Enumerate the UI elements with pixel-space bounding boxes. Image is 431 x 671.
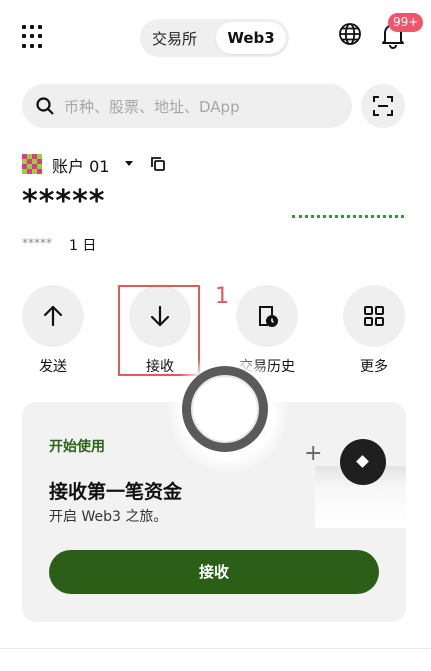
plus-icon: + — [304, 441, 323, 466]
annotation-number: 1 — [215, 284, 229, 309]
receive-cta-button[interactable]: 接收 — [49, 550, 379, 594]
arrow-up-icon — [43, 305, 63, 327]
more-button[interactable]: 更多 — [343, 285, 405, 376]
balance-value[interactable]: ***** — [22, 184, 105, 219]
search-bar[interactable] — [22, 84, 352, 130]
scan-icon — [373, 96, 393, 116]
send-label: 发送 — [39, 359, 67, 375]
card-subtitle: 开启 Web3 之旅。 — [49, 509, 168, 525]
annotation-highlight — [118, 285, 200, 376]
card-kicker: 开始使用 — [49, 439, 105, 455]
avatar — [22, 154, 42, 174]
copy-icon[interactable] — [151, 157, 165, 171]
apps-grid-icon[interactable] — [22, 25, 46, 49]
period-label[interactable]: 1 日 — [69, 235, 96, 255]
divider — [0, 648, 431, 649]
diamond-icon — [340, 439, 386, 485]
balance-sparkline — [292, 215, 404, 218]
chevron-down-icon[interactable] — [125, 161, 133, 166]
floating-touch-button[interactable] — [182, 366, 268, 452]
more-label: 更多 — [360, 359, 388, 375]
history-icon — [259, 306, 278, 327]
balance-change: ***** — [22, 236, 52, 250]
notification-badge: 99+ — [388, 13, 424, 32]
send-button[interactable]: 发送 — [22, 285, 84, 376]
exchange-web3-switch: 交易所 Web3 — [140, 19, 289, 57]
search-input[interactable] — [62, 84, 346, 130]
grid-icon — [364, 306, 384, 326]
tab-web3[interactable]: Web3 — [216, 22, 286, 54]
globe-icon[interactable] — [338, 22, 362, 46]
tab-exchange[interactable]: 交易所 — [152, 28, 197, 49]
account-name[interactable]: 账户 01 — [52, 153, 109, 177]
card-title: 接收第一笔资金 — [49, 481, 183, 503]
search-icon — [36, 97, 54, 115]
scan-button[interactable] — [361, 84, 405, 128]
